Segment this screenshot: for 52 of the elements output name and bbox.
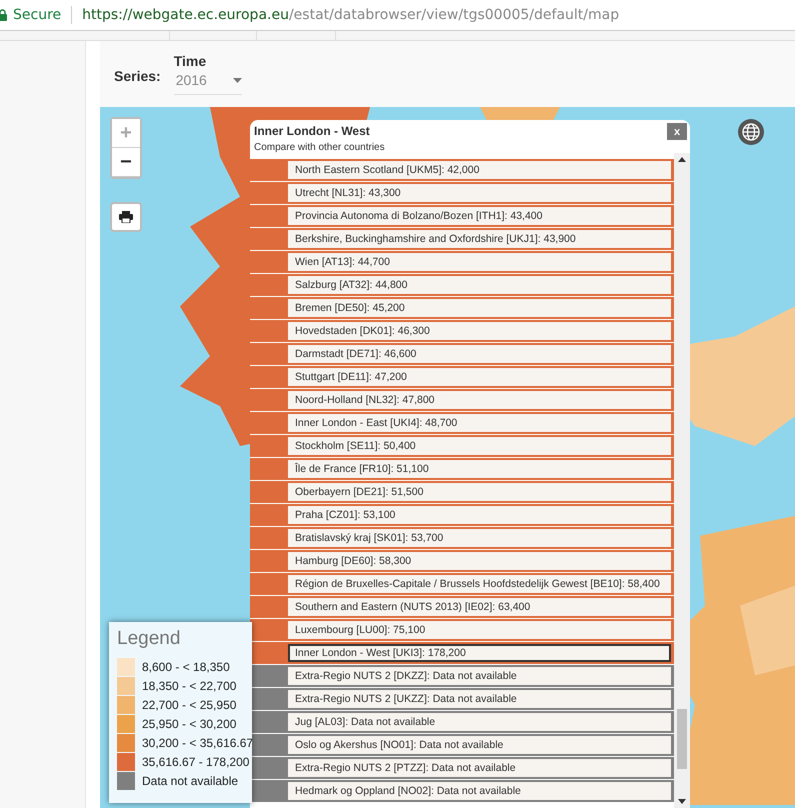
zoom-out-button[interactable]: − bbox=[112, 148, 140, 177]
legend-label: 8,600 - < 18,350 bbox=[142, 660, 230, 674]
caret-icon bbox=[232, 78, 242, 82]
region-value-item[interactable]: Hamburg [DE60]: 58,300 bbox=[288, 552, 671, 570]
scrollbar-thumb[interactable] bbox=[677, 709, 687, 769]
scroll-up-icon[interactable] bbox=[678, 157, 686, 162]
region-value-item[interactable]: North Eastern Scotland [UKM5]: 42,000 bbox=[288, 161, 671, 179]
close-button[interactable]: x bbox=[667, 123, 687, 140]
popup-title: Inner London - West bbox=[254, 123, 371, 138]
region-value-item[interactable]: Darmstadt [DE71]: 46,600 bbox=[288, 345, 671, 363]
region-value-item[interactable]: Oberbayern [DE21]: 51,500 bbox=[288, 483, 671, 501]
series-label: Series: bbox=[114, 68, 161, 84]
region-value-item[interactable]: Luxembourg [LU00]: 75,100 bbox=[288, 621, 671, 639]
legend-label: 35,616.67 - 178,200 bbox=[142, 754, 250, 768]
region-value-item[interactable]: Noord-Holland [NL32]: 47,800 bbox=[288, 391, 671, 409]
region-value-item[interactable]: Berkshire, Buckinghamshire and Oxfordshire [UKJ1]: 43,900 bbox=[288, 230, 671, 248]
region-value-item[interactable]: Southern and Eastern (NUTS 2013) [IE02]: 63,400 bbox=[288, 598, 671, 616]
region-value-item[interactable]: Inner London - East [UKI4]: 48,700 bbox=[288, 414, 671, 432]
region-value-item[interactable]: Oslo og Akershus [NO01]: Data not available bbox=[288, 736, 671, 754]
globe-icon[interactable] bbox=[738, 119, 764, 145]
region-value-item[interactable]: Inner London - West [UKI3]: 178,200 bbox=[288, 644, 671, 662]
legend-title: Legend bbox=[117, 628, 182, 650]
region-value-item[interactable]: Wien [AT13]: 44,700 bbox=[288, 253, 671, 271]
legend-label: 22,700 - < 25,950 bbox=[142, 698, 236, 712]
legend-label: 25,950 - < 30,200 bbox=[142, 716, 236, 730]
region-value-item[interactable]: Hedmark og Oppland [NO02]: Data not available bbox=[288, 782, 671, 800]
region-value-item[interactable]: Extra-Regio NUTS 2 [DKZZ]: Data not available bbox=[288, 667, 671, 685]
region-value-item[interactable]: Île de France [FR10]: 51,100 bbox=[288, 460, 671, 478]
lock-icon bbox=[0, 9, 7, 21]
legend-label: 18,350 - < 22,700 bbox=[142, 678, 236, 692]
printer-icon bbox=[119, 211, 133, 223]
print-button[interactable] bbox=[110, 202, 142, 232]
region-value-item[interactable]: Praha [CZ01]: 53,100 bbox=[288, 506, 671, 524]
region-value-item[interactable]: Région de Bruxelles-Capitale / Brussels Hoofdstedelijk Gewest [BE10]: 58,400 bbox=[288, 575, 671, 593]
scrollbar[interactable] bbox=[674, 153, 690, 808]
scroll-down-icon[interactable] bbox=[678, 799, 686, 804]
secure-label: Secure bbox=[13, 7, 62, 23]
region-value-item[interactable]: Utrecht [NL31]: 43,300 bbox=[288, 184, 671, 202]
region-value-item[interactable]: Bratislavský kraj [SK01]: 53,700 bbox=[288, 529, 671, 547]
region-value-item[interactable]: Jug [AL03]: Data not available bbox=[288, 713, 671, 731]
region-value-item[interactable]: Extra-Regio NUTS 2 [UKZZ]: Data not available bbox=[288, 690, 671, 708]
legend-label: Data not available bbox=[142, 774, 238, 788]
region-value-item[interactable]: Hovedstaden [DK01]: 46,300 bbox=[288, 322, 671, 340]
region-value-item[interactable]: Provincia Autonoma di Bolzano/Bozen [ITH1]: 43,400 bbox=[288, 207, 671, 225]
time-label: Time bbox=[174, 53, 208, 69]
region-value-item[interactable]: Stuttgart [DE11]: 47,200 bbox=[288, 368, 671, 386]
region-value-item[interactable]: Extra-Regio NUTS 2 [PTZZ]: Data not available bbox=[288, 759, 671, 777]
region-value-item[interactable]: Stockholm [SE11]: 50,400 bbox=[288, 437, 671, 455]
region-value-item[interactable]: Bremen [DE50]: 45,200 bbox=[288, 299, 671, 317]
url-text[interactable]: https://webgate.ec.europa.eu/estat/databrowser/view/tgs00005/default/map bbox=[82, 7, 620, 23]
region-value-item[interactable]: Salzburg [AT32]: 44,800 bbox=[288, 276, 671, 294]
popup-subtitle: Compare with other countries bbox=[254, 142, 385, 153]
